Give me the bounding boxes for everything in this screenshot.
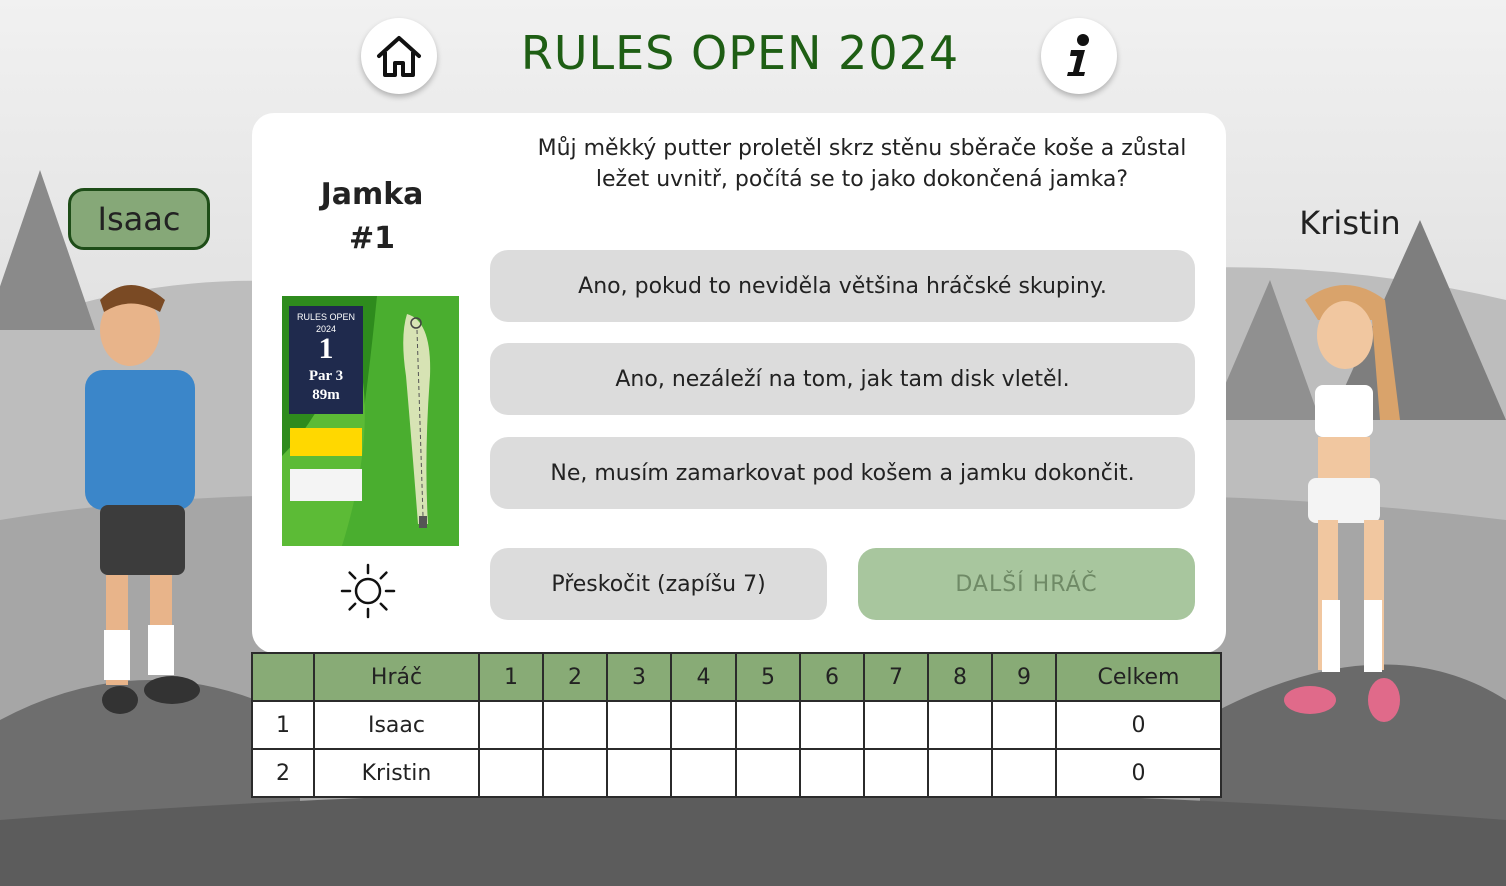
score-cell bbox=[478, 700, 544, 750]
table-row: 2 Kristin 0 bbox=[251, 748, 1222, 798]
player-name-left: Isaac bbox=[97, 200, 181, 238]
sun-icon bbox=[340, 563, 396, 619]
header-bar: RULES OPEN 2024 bbox=[0, 0, 1506, 110]
scoreboard-header-row: Hráč 1 2 3 4 5 6 7 8 9 Celkem bbox=[251, 652, 1222, 702]
header-cell-hole-3: 3 bbox=[606, 652, 672, 702]
score-cell bbox=[670, 748, 737, 798]
score-cell bbox=[735, 700, 801, 750]
hole-card-par: Par 3 bbox=[308, 368, 344, 384]
row-total: 0 bbox=[1055, 700, 1222, 750]
home-icon bbox=[377, 36, 421, 77]
answer-option-3[interactable]: Ne, musím zamarkovat pod košem a jamku d… bbox=[490, 437, 1195, 509]
question-card: Jamka #1 RULES OPEN 2024 1 Par 3 89m Můj… bbox=[252, 113, 1226, 653]
question-text: Můj měkký putter proletěl skrz stěnu sbě… bbox=[537, 136, 1187, 192]
hole-title-number: #1 bbox=[348, 221, 395, 256]
hole-card-distance: 89m bbox=[312, 387, 340, 403]
score-cell bbox=[735, 748, 801, 798]
answer-option-2-label: Ano, nezáleží na tom, jak tam disk vletě… bbox=[615, 366, 1070, 392]
score-cell bbox=[863, 748, 929, 798]
header-cell-hole-8: 8 bbox=[927, 652, 993, 702]
hole-title-label: Jamka bbox=[320, 177, 424, 212]
header-cell-hole-1: 1 bbox=[478, 652, 544, 702]
score-cell bbox=[927, 700, 993, 750]
row-index: 2 bbox=[251, 748, 315, 798]
page-title: RULES OPEN 2024 bbox=[520, 26, 960, 80]
scoreboard-table: Hráč 1 2 3 4 5 6 7 8 9 Celkem 1 Isaac 0 bbox=[251, 652, 1222, 798]
home-button[interactable] bbox=[361, 18, 437, 94]
score-cell bbox=[478, 748, 544, 798]
score-cell bbox=[991, 748, 1057, 798]
answer-option-1[interactable]: Ano, pokud to neviděla většina hráčské s… bbox=[490, 250, 1195, 322]
skip-button[interactable]: Přeskočit (zapíšu 7) bbox=[490, 548, 827, 620]
score-cell bbox=[606, 700, 672, 750]
header-cell-hole-7: 7 bbox=[863, 652, 929, 702]
header-cell-hole-5: 5 bbox=[735, 652, 801, 702]
row-total: 0 bbox=[1055, 748, 1222, 798]
score-cell bbox=[799, 748, 865, 798]
header-cell-index bbox=[251, 652, 315, 702]
row-index: 1 bbox=[251, 700, 315, 750]
score-cell bbox=[927, 748, 993, 798]
row-player-name: Isaac bbox=[313, 700, 480, 750]
score-cell bbox=[542, 700, 608, 750]
score-cell bbox=[542, 748, 608, 798]
next-player-button[interactable]: DALŠÍ HRÁČ bbox=[858, 548, 1195, 620]
hole-title: Jamka #1 bbox=[292, 173, 452, 261]
answer-option-3-label: Ne, musím zamarkovat pod košem a jamku d… bbox=[550, 460, 1135, 486]
hole-card-number: 1 bbox=[318, 332, 334, 365]
header-cell-player: Hráč bbox=[313, 652, 480, 702]
hole-card-event-line1: RULES OPEN bbox=[296, 312, 356, 322]
answer-option-2[interactable]: Ano, nezáleží na tom, jak tam disk vletě… bbox=[490, 343, 1195, 415]
table-row: 1 Isaac 0 bbox=[251, 700, 1222, 750]
score-cell bbox=[799, 700, 865, 750]
header-cell-hole-2: 2 bbox=[542, 652, 608, 702]
answer-option-1-label: Ano, pokud to neviděla většina hráčské s… bbox=[578, 273, 1107, 299]
player-badge-isaac: Isaac bbox=[68, 188, 210, 250]
header-cell-hole-4: 4 bbox=[670, 652, 737, 702]
row-player-name: Kristin bbox=[313, 748, 480, 798]
info-icon bbox=[1067, 34, 1089, 76]
header-cell-total: Celkem bbox=[1055, 652, 1222, 702]
score-cell bbox=[991, 700, 1057, 750]
player-name-right: Kristin bbox=[1299, 204, 1401, 242]
weather-indicator bbox=[340, 563, 396, 623]
score-cell bbox=[606, 748, 672, 798]
score-cell bbox=[863, 700, 929, 750]
next-player-button-label: DALŠÍ HRÁČ bbox=[955, 571, 1098, 597]
skip-button-label: Přeskočit (zapíšu 7) bbox=[551, 571, 766, 597]
score-cell bbox=[670, 700, 737, 750]
info-button[interactable] bbox=[1041, 18, 1117, 94]
header-cell-hole-6: 6 bbox=[799, 652, 865, 702]
header-cell-hole-9: 9 bbox=[991, 652, 1057, 702]
hole-map-card: RULES OPEN 2024 1 Par 3 89m bbox=[282, 296, 459, 546]
